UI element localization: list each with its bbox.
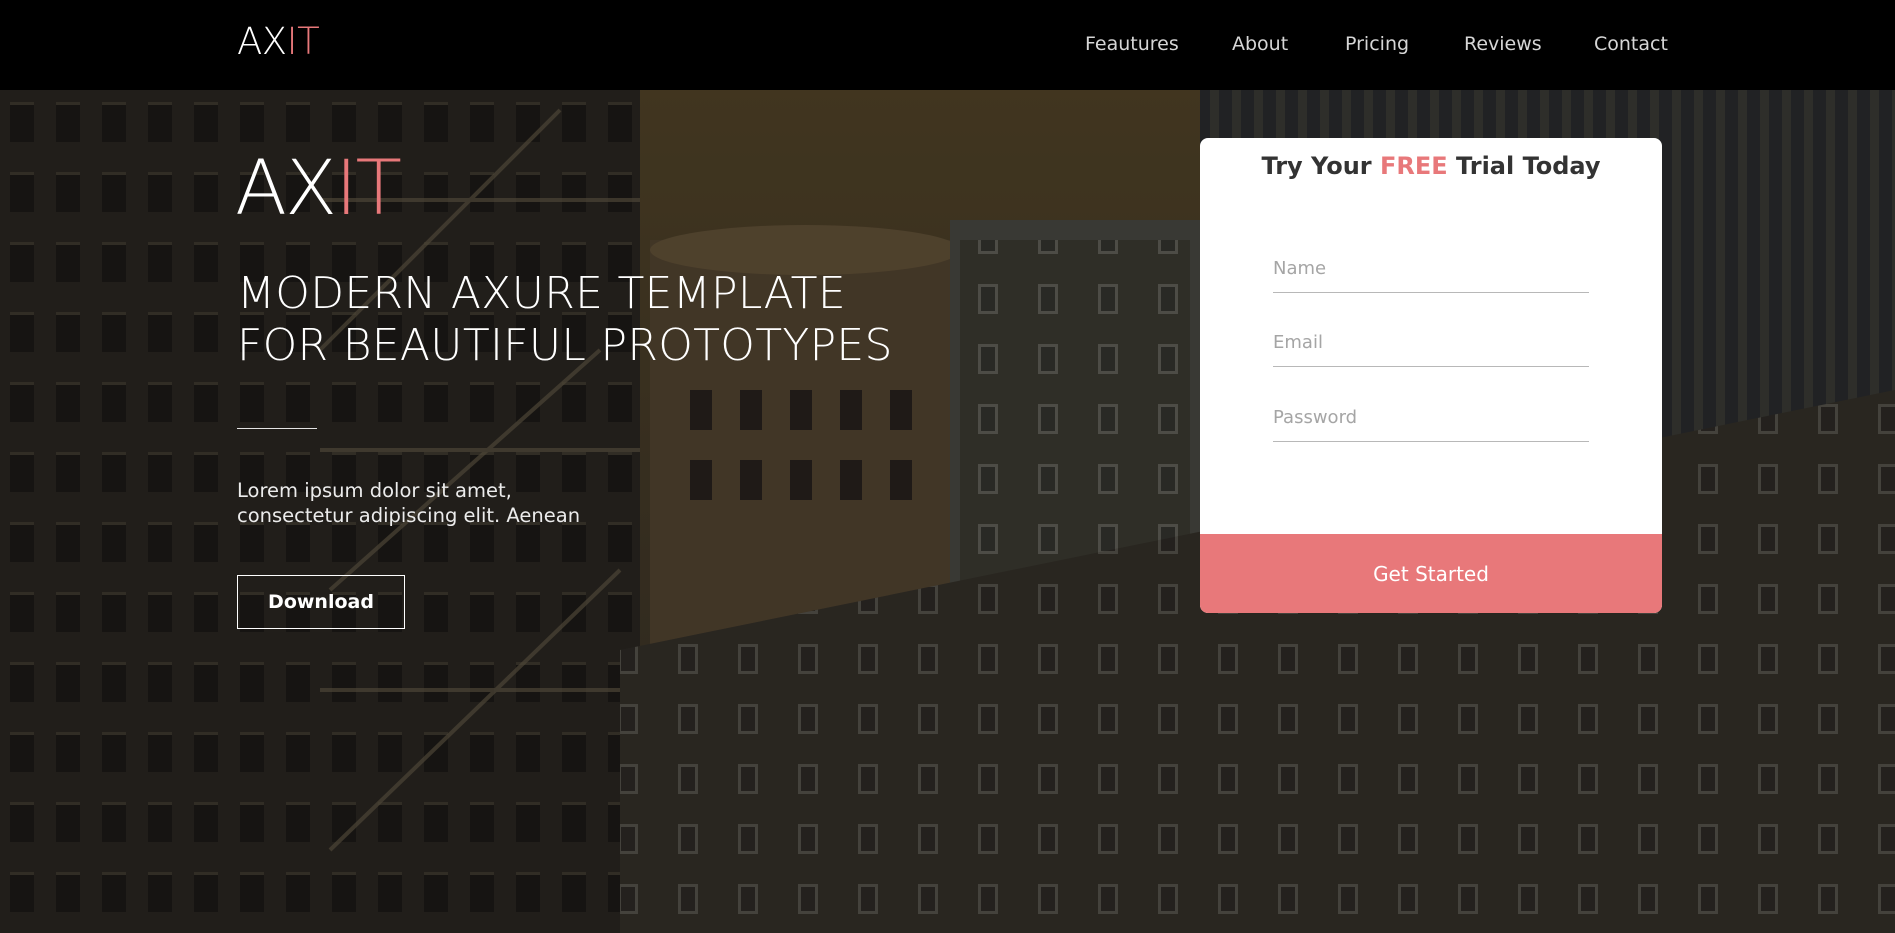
signup-title-pre: Try Your bbox=[1261, 152, 1380, 180]
name-field[interactable] bbox=[1273, 244, 1589, 293]
nav-link-reviews[interactable]: Reviews bbox=[1464, 30, 1542, 58]
hero-title-accent: IT bbox=[335, 143, 402, 232]
hero-subtitle-line1: MODERN AXURE TEMPLATE bbox=[237, 268, 846, 319]
password-field[interactable] bbox=[1273, 393, 1589, 442]
hero-subtitle: MODERN AXURE TEMPLATE FOR BEAUTIFUL PROTO… bbox=[237, 268, 937, 372]
signup-card: Try Your FREE Trial Today Get Started bbox=[1200, 138, 1662, 613]
download-button[interactable]: Download bbox=[237, 575, 405, 629]
nav-link-features[interactable]: Feautures bbox=[1085, 30, 1179, 58]
signup-title-accent: FREE bbox=[1379, 152, 1448, 180]
hero-body-line2: consectetur adipiscing elit. Aenean bbox=[237, 504, 581, 527]
hero-divider bbox=[237, 428, 317, 429]
signup-title-post: Trial Today bbox=[1447, 152, 1601, 180]
hero-subtitle-line2: FOR BEAUTIFUL PROTOTYPES bbox=[237, 320, 893, 371]
nav-link-pricing[interactable]: Pricing bbox=[1345, 30, 1409, 58]
hero-title-main: AX bbox=[235, 143, 337, 232]
hero-body-text: Lorem ipsum dolor sit amet, consectetur a… bbox=[237, 478, 637, 528]
navbar: AXIT Feautures About Pricing Reviews Con… bbox=[0, 0, 1895, 90]
hero-body-line1: Lorem ipsum dolor sit amet, bbox=[237, 479, 512, 502]
get-started-button[interactable]: Get Started bbox=[1200, 534, 1662, 613]
signup-title: Try Your FREE Trial Today bbox=[1200, 148, 1662, 184]
nav-links: Feautures About Pricing Reviews Contact bbox=[0, 30, 1895, 60]
nav-link-contact[interactable]: Contact bbox=[1594, 30, 1668, 58]
hero-title: AXIT bbox=[235, 143, 402, 233]
nav-link-about[interactable]: About bbox=[1232, 30, 1288, 58]
email-field[interactable] bbox=[1273, 318, 1589, 367]
